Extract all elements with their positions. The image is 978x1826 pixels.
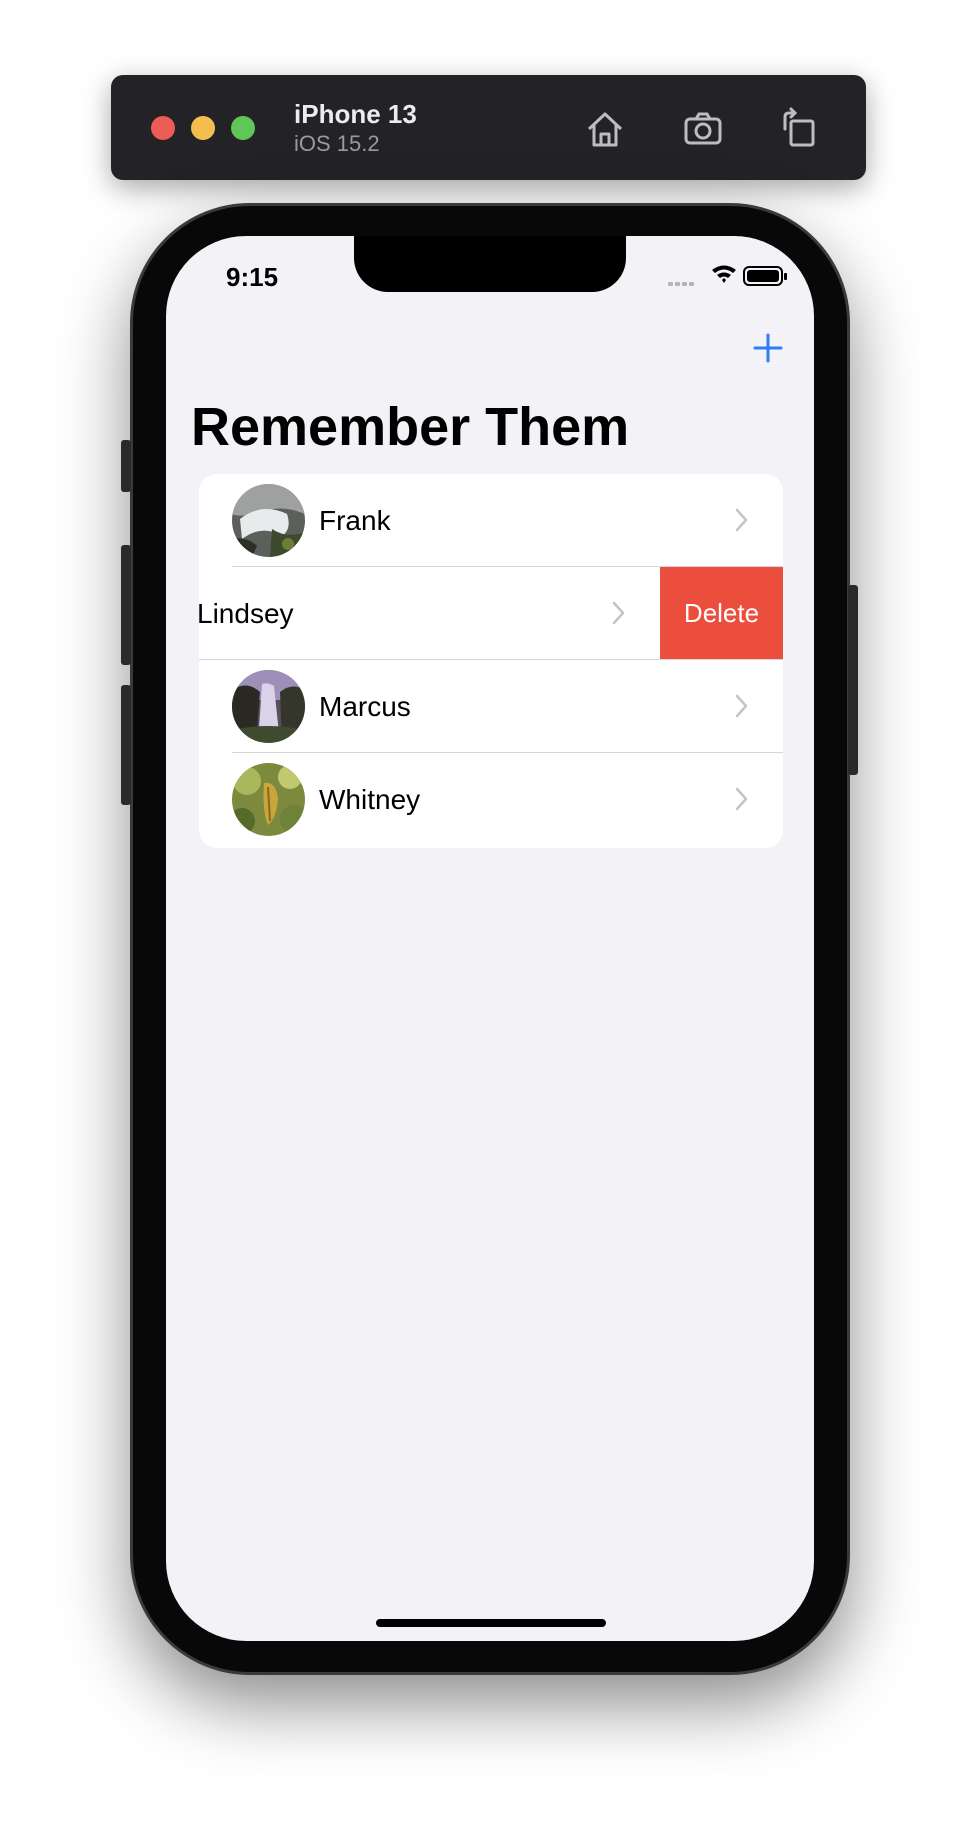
person-name: Marcus [319, 691, 411, 722]
list-item[interactable]: Lindsey Delete [199, 567, 783, 660]
volume-down-button [121, 685, 131, 805]
volume-up-button [121, 545, 131, 665]
simulator-toolbar: iPhone 13 iOS 15.2 [111, 75, 866, 180]
list-item[interactable]: Marcus [199, 660, 783, 753]
person-photo [232, 763, 305, 836]
page-title: Remember Them [191, 397, 630, 457]
person-photo [232, 484, 305, 557]
rotate-icon[interactable] [775, 105, 823, 153]
notch [354, 236, 626, 292]
status-time: 9:15 [226, 262, 279, 292]
person-photo [232, 670, 305, 743]
person-name: Lindsey [199, 598, 294, 629]
add-person-button[interactable] [750, 330, 786, 366]
device-name: iPhone 13 [294, 99, 417, 129]
power-button [848, 585, 858, 775]
chevron-right-icon [612, 601, 625, 625]
cellular-icon [668, 282, 694, 286]
list-item[interactable]: Whitney [199, 753, 783, 846]
chevron-right-icon [735, 508, 748, 532]
mute-switch [121, 440, 131, 492]
person-name: Frank [319, 505, 391, 536]
zoom-window-button[interactable] [231, 116, 255, 140]
person-name: Whitney [319, 784, 421, 815]
minimize-window-button[interactable] [191, 116, 215, 140]
screen: 9:15 Remember Them Frank Lindsey Delete … [166, 236, 814, 1641]
wifi-icon [712, 265, 736, 283]
status-icons [668, 265, 787, 286]
os-version: iOS 15.2 [294, 131, 380, 156]
chevron-right-icon [735, 787, 748, 811]
battery-icon [743, 266, 787, 286]
people-list: Frank Lindsey Delete Marcus Whitney [199, 474, 783, 848]
close-window-button[interactable] [151, 116, 175, 140]
screenshot-icon[interactable] [679, 105, 727, 153]
list-item[interactable]: Frank [199, 474, 783, 567]
home-icon[interactable] [581, 105, 629, 153]
plus-icon [753, 333, 783, 363]
home-indicator[interactable] [376, 1619, 606, 1627]
delete-button[interactable]: Delete [660, 567, 783, 660]
chevron-right-icon [735, 694, 748, 718]
